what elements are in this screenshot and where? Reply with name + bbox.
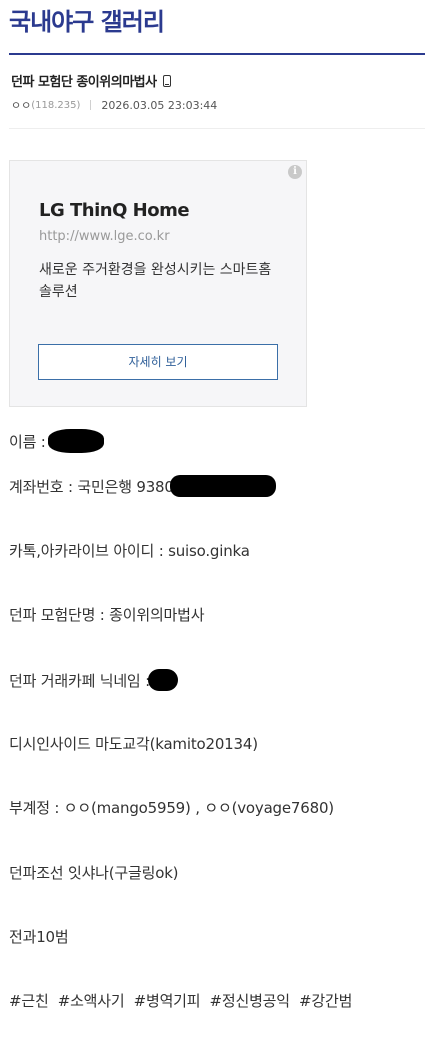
dcinside-line: 디시인사이드 마도교각(kamito20134) — [9, 735, 258, 753]
ad-description: 새로운 주거환경을 완성시키는 스마트홈 솔루션 — [39, 262, 272, 300]
ad-title[interactable]: LG ThinQ Home — [39, 200, 190, 221]
ad-details-button[interactable]: 자세히 보기 — [38, 344, 278, 380]
ad-url[interactable]: http://www.lge.co.kr — [39, 229, 170, 244]
name-label: 이름 : — [9, 432, 46, 451]
sub-accounts-line: 부계정 : ㅇㅇ(mango5959) , ㅇㅇ(voyage7680) — [9, 799, 334, 817]
meta-divider — [9, 128, 425, 129]
redaction-blot — [47, 429, 104, 453]
post-meta: ㅇㅇ (118.235) 2026.03.05 23:03:44 — [11, 97, 217, 113]
post-title-text: 던파 모험단 종이위의마법사 — [11, 75, 157, 90]
post-title: 던파 모험단 종이위의마법사 — [11, 71, 171, 90]
title-divider — [9, 53, 425, 55]
tags-line: #근친 #소액사기 #병역기피 #정신병공익 #강간범 — [9, 992, 353, 1010]
name-line: 이름 : — [9, 429, 104, 453]
account-label: 계좌번호 : 국민은행 9380 — [9, 477, 174, 496]
account-line: 계좌번호 : 국민은행 9380 — [9, 475, 276, 497]
cafe-label: 던파 거래카페 닉네임 : — [9, 671, 150, 690]
adventure-line: 던파 모험단명 : 종이위의마법사 — [9, 606, 205, 624]
ad-banner[interactable]: i LG ThinQ Home http://www.lge.co.kr 새로운… — [9, 160, 307, 407]
meta-separator — [90, 100, 92, 110]
author-ip: (118.235) — [31, 99, 81, 111]
redaction-blot — [147, 669, 178, 691]
redaction-blot — [169, 475, 276, 497]
kakao-line: 카톡,아카라이브 아이디 : suiso.ginka — [9, 542, 250, 560]
joseon-line: 던파조선 잇샤나(구글링ok) — [9, 864, 179, 882]
author-name[interactable]: ㅇㅇ — [11, 97, 31, 113]
info-icon[interactable]: i — [288, 165, 302, 179]
gallery-title[interactable]: 국내야구 갤러리 — [9, 6, 165, 38]
cafe-nickname-line: 던파 거래카페 닉네임 : — [9, 669, 178, 691]
mobile-phone-icon — [162, 74, 171, 87]
record-line: 전과10범 — [9, 928, 69, 946]
post-datetime: 2026.03.05 23:03:44 — [101, 98, 218, 112]
